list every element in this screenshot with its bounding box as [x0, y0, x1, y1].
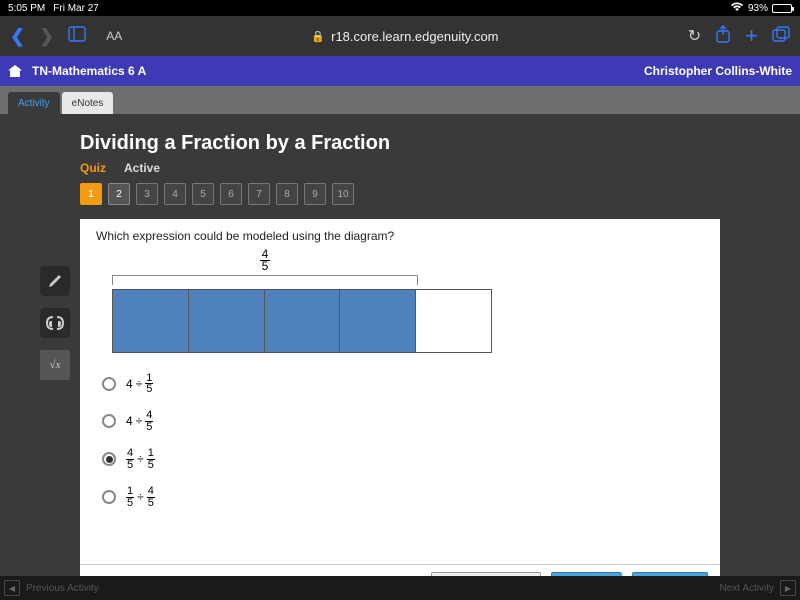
diagram-frac-den: 5: [260, 260, 271, 272]
choice-a[interactable]: 4 ÷ 15: [102, 373, 704, 395]
qnum-5[interactable]: 5: [192, 183, 214, 205]
active-label: Active: [124, 161, 160, 175]
quiz-label: Quiz: [80, 161, 106, 175]
tabs-icon[interactable]: [772, 26, 790, 47]
qnum-2[interactable]: 2: [108, 183, 130, 205]
new-tab-icon[interactable]: +: [745, 23, 758, 49]
question-nav: 1 2 3 4 5 6 7 8 9 10: [0, 183, 800, 213]
radio-c[interactable]: [102, 452, 116, 466]
choice-c[interactable]: 45 ÷ 15: [102, 448, 704, 470]
choice-b[interactable]: 4 ÷ 45: [102, 410, 704, 432]
status-date: Fri Mar 27: [53, 3, 99, 14]
lesson-header: Dividing a Fraction by a Fraction Quiz A…: [0, 114, 800, 183]
url-bar[interactable]: 🔒 r18.core.learn.edgenuity.com: [136, 29, 674, 44]
lesson-title: Dividing a Fraction by a Fraction: [80, 132, 720, 155]
qnum-9[interactable]: 9: [304, 183, 326, 205]
calculator-tool-icon[interactable]: √x: [40, 350, 70, 380]
url-text: r18.core.learn.edgenuity.com: [331, 29, 498, 44]
browser-toolbar: ❮ ❯ AA 🔒 r18.core.learn.edgenuity.com ↻ …: [0, 16, 800, 56]
battery-icon: [772, 4, 792, 13]
radio-d[interactable]: [102, 490, 116, 504]
next-activity-label[interactable]: Next Activity: [720, 583, 774, 594]
course-bottom-nav: ◀ Previous Activity Next Activity ▶: [0, 576, 800, 600]
diagram-bracket: [112, 275, 418, 285]
main-area: Dividing a Fraction by a Fraction Quiz A…: [0, 114, 800, 600]
diagram-fraction-label: 4 5: [112, 249, 418, 272]
next-activity-arrow-icon[interactable]: ▶: [780, 580, 796, 596]
audio-tool-icon[interactable]: [40, 308, 70, 338]
wifi-icon: [730, 2, 744, 15]
forward-button[interactable]: ❯: [39, 26, 54, 47]
reload-icon[interactable]: ↻: [688, 26, 701, 46]
diagram: 4 5: [96, 249, 704, 353]
tab-enotes[interactable]: eNotes: [62, 92, 114, 114]
reader-aa[interactable]: AA: [106, 29, 122, 43]
diagram-box: [265, 290, 341, 352]
course-header: TN-Mathematics 6 A Christopher Collins-W…: [0, 56, 800, 86]
choice-d-expr: 15 ÷ 45: [126, 486, 155, 508]
diagram-box: [113, 290, 189, 352]
bookmarks-icon[interactable]: [68, 26, 86, 47]
lock-icon: 🔒: [311, 30, 325, 43]
diagram-box: [189, 290, 265, 352]
answer-choices: 4 ÷ 15 4 ÷ 45 45 ÷ 15: [102, 373, 704, 509]
qnum-7[interactable]: 7: [248, 183, 270, 205]
qnum-10[interactable]: 10: [332, 183, 354, 205]
section-tabs: Activity eNotes: [0, 86, 800, 114]
student-name: Christopher Collins-White: [644, 64, 792, 78]
qnum-4[interactable]: 4: [164, 183, 186, 205]
ipad-status-bar: 5:05 PM Fri Mar 27 93%: [0, 0, 800, 16]
choice-d[interactable]: 15 ÷ 45: [102, 486, 704, 508]
choice-c-expr: 45 ÷ 15: [126, 448, 155, 470]
choice-b-expr: 4 ÷ 45: [126, 410, 153, 432]
prev-activity-arrow-icon[interactable]: ◀: [4, 580, 20, 596]
qnum-6[interactable]: 6: [220, 183, 242, 205]
share-icon[interactable]: [715, 25, 731, 48]
qnum-3[interactable]: 3: [136, 183, 158, 205]
home-icon[interactable]: [8, 65, 22, 77]
qnum-1[interactable]: 1: [80, 183, 102, 205]
question-panel: Which expression could be modeled using …: [80, 219, 720, 600]
status-time: 5:05 PM: [8, 3, 45, 14]
diagram-box: [340, 290, 416, 352]
diagram-boxes: [112, 289, 492, 353]
pencil-tool-icon[interactable]: [40, 266, 70, 296]
tab-activity[interactable]: Activity: [8, 92, 60, 114]
radio-a[interactable]: [102, 377, 116, 391]
qnum-8[interactable]: 8: [276, 183, 298, 205]
course-title: TN-Mathematics 6 A: [32, 64, 146, 78]
choice-a-expr: 4 ÷ 15: [126, 373, 153, 395]
prev-activity-label[interactable]: Previous Activity: [26, 583, 99, 594]
tool-column: √x: [40, 266, 70, 380]
battery-percent: 93%: [748, 3, 768, 14]
question-prompt: Which expression could be modeled using …: [96, 229, 704, 243]
back-button[interactable]: ❮: [10, 26, 25, 47]
diagram-box: [416, 290, 491, 352]
radio-b[interactable]: [102, 414, 116, 428]
